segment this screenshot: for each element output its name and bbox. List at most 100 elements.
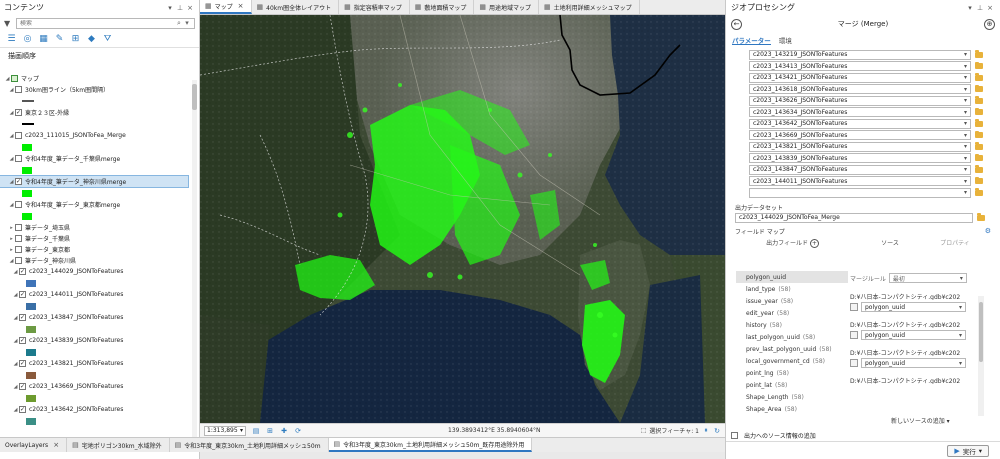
close-icon[interactable]: × [238,2,244,10]
collapse-arrow-icon[interactable]: ◢ [12,315,19,321]
layer-visibility-checkbox[interactable]: ✓ [19,360,26,367]
folder-icon[interactable] [975,107,983,116]
source-field-checkbox[interactable] [850,303,858,311]
table-tab[interactable]: OverlayLayers × [0,438,68,452]
layer-row[interactable]: ◢ ✓ c2023_143821_JSONToFeatures [0,358,188,369]
source-field-checkbox[interactable] [850,331,858,339]
output-field-item[interactable]: history (58) [736,319,848,331]
layer-visibility-checkbox[interactable] [15,132,22,139]
folder-icon[interactable] [975,61,983,70]
collapse-arrow-icon[interactable]: ◢ [12,338,19,344]
list-by-data-source-icon[interactable]: ◎ [22,34,33,45]
output-field-item[interactable]: local_government_cd (58) [736,355,848,367]
layer-row[interactable]: ▸ 筆データ_埼玉県 [0,222,188,233]
folder-icon[interactable] [975,96,983,104]
layer-row[interactable]: ◢ ✓ c2023_143669_JSONToFeatures [0,381,188,392]
add-icon[interactable]: ⊕ [984,18,995,30]
list-by-snapping-icon[interactable]: ⊞ [70,34,81,45]
folder-icon[interactable] [977,213,985,221]
collapse-arrow-icon[interactable]: ◢ [4,76,11,82]
layer-visibility-checkbox[interactable]: ✓ [15,178,22,185]
layer-visibility-checkbox[interactable] [15,235,22,242]
tab-parameters[interactable]: パラメーター [732,35,771,45]
refresh-map-icon[interactable]: ↻ [713,427,721,435]
close-icon[interactable]: × [985,4,995,12]
back-arrow-icon[interactable]: ← [731,18,742,30]
output-field-item[interactable]: edit_year (58) [736,307,848,319]
layer-visibility-checkbox[interactable]: ✓ [19,291,26,298]
input-dataset-dropdown[interactable]: ▾ [749,187,971,198]
folder-icon[interactable] [975,176,983,185]
collapse-arrow-icon[interactable]: ◢ [8,133,15,139]
expand-arrow-icon[interactable]: ▸ [8,225,15,231]
layer-row[interactable]: ◢ ✓ c2023_144029_JSONToFeatures [0,266,188,277]
input-dataset-dropdown[interactable]: c2023_143669_JSONToFeatures ▾ [749,130,971,141]
navigation-icon[interactable]: ✚ [280,427,288,435]
source-field-dropdown[interactable]: polygon_uuid ▾ [861,330,966,340]
layer-visibility-checkbox[interactable] [15,201,22,208]
layer-visibility-checkbox[interactable] [15,257,22,264]
merge-rule-dropdown[interactable]: 最初 ▾ [888,273,967,283]
contents-scrollbar-thumb[interactable] [192,84,197,110]
chevron-down-icon[interactable]: ▾ [165,4,175,12]
folder-icon[interactable] [975,84,983,93]
table-tab[interactable]: ▤ 令和3年度_東京30km_土地利用詳細メッシュ50m [170,438,329,452]
collapse-arrow-icon[interactable]: ◢ [8,258,15,264]
collapse-arrow-icon[interactable]: ◢ [12,269,19,275]
output-field-item[interactable]: issue_year (58) [736,295,848,307]
layer-symbol-swatch[interactable] [26,417,36,425]
output-dataset-input[interactable]: c2023_144029_JSONToFea_Merge [735,212,973,223]
field-map-options-icon[interactable]: ⚙ [985,227,991,235]
collapse-arrow-icon[interactable]: ◢ [8,87,15,93]
output-field-item[interactable]: Shape_Area (58) [736,403,848,415]
close-icon[interactable]: × [185,4,195,12]
contents-search-box[interactable]: ⌕ ▾ [16,17,195,29]
map-tab[interactable]: ▦ 敷地面積マップ [410,0,475,14]
output-field-item[interactable]: prev_last_polygon_uuid (58) [736,343,848,355]
source-field-dropdown[interactable]: polygon_uuid ▾ [861,302,966,312]
layer-symbol-swatch[interactable] [26,371,36,379]
layer-row[interactable]: ◢ 30km圏ライン（5km圏間隔） [0,84,188,95]
layer-symbol-swatch[interactable] [22,100,34,102]
layer-row[interactable]: ◢ ✓ c2023_143839_JSONToFeatures [0,335,188,346]
layer-row[interactable]: ◢ ✓ 東京２３区-外縁 [0,107,188,118]
folder-icon[interactable] [975,130,983,139]
layer-symbol-swatch[interactable] [26,394,36,402]
layer-symbol-swatch[interactable] [26,325,36,333]
input-dataset-dropdown[interactable]: c2023_143634_JSONToFeatures ▾ [749,107,971,118]
layer-visibility-checkbox[interactable] [15,246,22,253]
close-icon[interactable]: × [53,441,59,449]
table-tab[interactable]: ▤ 令和3年度_東京30km_土地利用詳細メッシュ50m_既存用途除外用 [328,438,533,452]
input-dataset-dropdown[interactable]: c2023_143847_JSONToFeatures ▾ [749,164,971,175]
layer-row[interactable]: ◢ c2023_111015_JSONToFea_Merge [0,130,188,141]
add-field-icon[interactable]: + [809,238,819,248]
list-by-perspective-icon[interactable]: ⛛ [102,34,113,45]
tab-environments[interactable]: 環境 [779,35,792,47]
input-dataset-dropdown[interactable]: c2023_143626_JSONToFeatures ▾ [749,95,971,106]
collapse-arrow-icon[interactable]: ◢ [8,110,15,116]
layer-visibility-checkbox[interactable]: ✓ [19,337,26,344]
input-dataset-dropdown[interactable]: c2023_143839_JSONToFeatures ▾ [749,153,971,164]
pin-icon[interactable]: ⊥ [975,4,985,12]
map-tab[interactable]: ▦ 指定容積率マップ [339,0,410,14]
map-tab[interactable]: ▦ 40km圏全体レイアウト [252,0,340,14]
output-field-item[interactable]: last_polygon_uuid (58) [736,331,848,343]
layer-symbol-swatch[interactable] [22,166,32,174]
pause-drawing-icon[interactable]: ▤ [252,427,260,435]
dropdown-arrow-icon[interactable]: ▾ [183,19,191,27]
input-dataset-dropdown[interactable]: c2023_143821_JSONToFeatures ▾ [749,141,971,152]
list-by-drawing-order-icon[interactable]: ☰ [6,34,17,45]
pin-icon[interactable]: ⊥ [175,4,185,12]
layer-symbol-swatch[interactable] [26,279,36,287]
layer-symbol-swatch[interactable] [22,189,32,197]
grid-icon[interactable]: ⊞ [266,427,274,435]
layer-row[interactable]: ◢ 令和4年度_筆データ_千葉県merge [0,153,188,164]
list-by-editing-icon[interactable]: ✎ [54,34,65,45]
chevron-down-icon[interactable]: ▾ [965,4,975,12]
refresh-icon[interactable]: ⟳ [294,427,302,435]
list-by-selection-icon[interactable]: ▦ [38,34,49,45]
layer-row[interactable]: ◢ ✓ 令和4年度_筆データ_神奈川県merge [0,175,189,188]
output-field-item[interactable]: polygon_uuid [736,271,848,283]
map-tab[interactable]: ▦ 用途地域マップ [474,0,540,14]
add-source-info-checkbox[interactable] [731,431,738,439]
